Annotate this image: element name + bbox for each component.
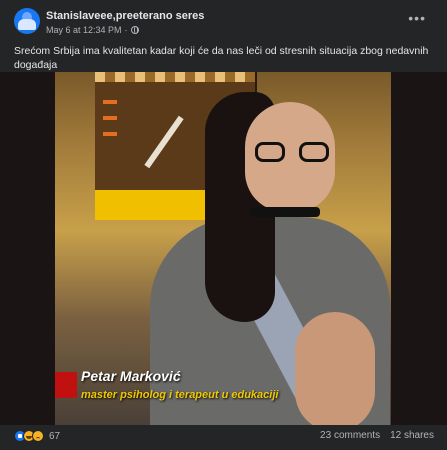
choker — [250, 207, 320, 217]
lower-third-name: Petar Marković — [81, 368, 181, 384]
more-options-icon[interactable]: ••• — [408, 10, 426, 26]
post-stats: 23 comments 12 shares — [320, 430, 434, 441]
video-frame[interactable]: Petar Marković master psiholog i terapeu… — [55, 72, 391, 425]
post-footer: 67 23 comments 12 shares — [14, 430, 434, 446]
glasses — [255, 142, 335, 164]
comments-count[interactable]: 23 comments — [320, 430, 380, 441]
author-name[interactable]: Stanislaveee,preeterano seres — [46, 10, 204, 22]
globe-icon — [130, 26, 139, 34]
post-header: Stanislaveee,preeterano seres May 6 at 1… — [14, 8, 434, 40]
post-card: Stanislaveee,preeterano seres May 6 at 1… — [0, 0, 447, 450]
lower-third: Petar Marković master psiholog i terapeu… — [55, 364, 391, 414]
channel-badge — [55, 372, 77, 398]
post-caption: Srećom Srbija ima kvalitetan kadar koji … — [14, 45, 429, 71]
author-avatar[interactable] — [14, 8, 40, 34]
post-media[interactable]: Petar Marković master psiholog i terapeu… — [0, 72, 447, 425]
sad-reaction-icon — [32, 430, 44, 442]
post-timestamp[interactable]: May 6 at 12:34 PM — [46, 25, 122, 35]
reactions-summary[interactable]: 67 — [14, 430, 60, 442]
reaction-count: 67 — [49, 430, 61, 442]
post-meta: May 6 at 12:34 PM · — [46, 25, 139, 35]
lower-third-title: master psiholog i terapeut u edukaciji — [81, 389, 279, 401]
shares-count[interactable]: 12 shares — [390, 430, 434, 441]
